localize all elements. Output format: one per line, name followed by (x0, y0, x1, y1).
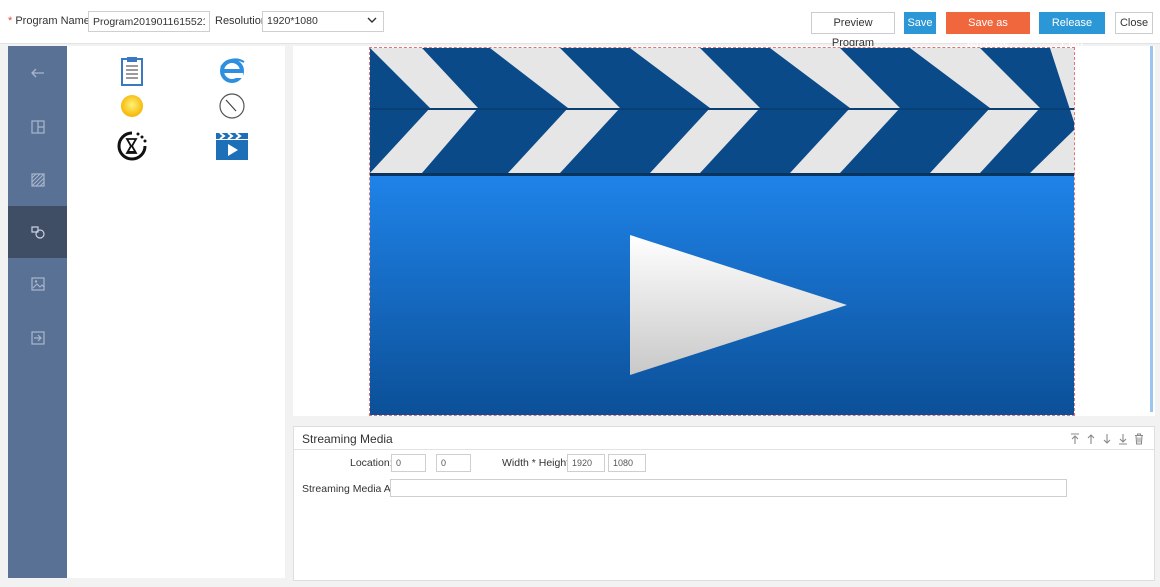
close-button[interactable]: Close (1115, 12, 1153, 34)
import-icon (30, 331, 45, 345)
location-y-input[interactable] (436, 454, 471, 472)
palette-item-clock[interactable] (212, 91, 252, 121)
palette-item-weather[interactable] (112, 91, 152, 121)
clipboard-icon (121, 57, 143, 86)
program-name-label-text: Program Name: (15, 15, 93, 27)
location-label: Location: (350, 457, 393, 469)
palette-item-countdown[interactable] (112, 131, 152, 161)
move-up-icon[interactable] (1086, 433, 1096, 445)
sidebar-item-import[interactable] (8, 312, 67, 364)
image-icon (30, 277, 45, 291)
canvas-scrollbar[interactable] (1150, 46, 1153, 412)
delete-icon[interactable] (1134, 433, 1144, 445)
countdown-icon (117, 131, 147, 161)
left-sidebar (8, 46, 67, 578)
sidebar-item-back[interactable] (8, 47, 67, 99)
streaming-address-label: Streaming Media Add (302, 483, 392, 495)
sidebar-item-texture[interactable] (8, 154, 67, 206)
streaming-media-icon (216, 132, 248, 160)
program-canvas-area (293, 46, 1155, 416)
sidebar-item-layout[interactable] (8, 101, 67, 153)
palette-item-web[interactable] (212, 56, 252, 86)
resolution-select[interactable]: 1920*1080 (262, 11, 384, 32)
streaming-media-preview[interactable] (370, 48, 1075, 416)
program-name-label: * Program Name: (8, 15, 93, 27)
sidebar-item-widgets[interactable] (8, 206, 67, 258)
save-as-template-button[interactable]: Save as template (946, 12, 1030, 49)
program-canvas[interactable] (369, 47, 1075, 416)
required-mark: * (8, 15, 13, 27)
top-toolbar: * Program Name: Resolution: 1920*1080 Pr… (0, 0, 1160, 49)
palette-item-streaming-media[interactable] (212, 131, 252, 161)
save-button[interactable]: Save (904, 12, 936, 34)
browser-icon (220, 58, 245, 83)
chevron-down-icon (367, 17, 377, 23)
layout-icon (30, 120, 45, 134)
size-label: Width * Height: (502, 457, 573, 469)
program-name-input[interactable] (88, 11, 210, 32)
move-to-bottom-icon[interactable] (1118, 433, 1128, 445)
widget-palette (67, 46, 285, 578)
properties-panel: Streaming Media Location: Width * Height… (293, 426, 1155, 581)
preview-program-button[interactable]: Preview Program (811, 12, 895, 49)
move-down-icon[interactable] (1102, 433, 1112, 445)
weather-icon (121, 95, 143, 117)
sidebar-item-image[interactable] (8, 258, 67, 310)
release-plan-button[interactable]: Release Plan (1039, 12, 1105, 49)
layer-tools (1070, 433, 1144, 445)
clock-icon (219, 93, 245, 119)
properties-divider (294, 449, 1154, 450)
streaming-address-input[interactable] (390, 479, 1067, 497)
height-input[interactable] (608, 454, 646, 472)
resolution-value: 1920*1080 (267, 15, 318, 27)
back-arrow-icon (30, 68, 44, 78)
palette-item-text[interactable] (112, 56, 152, 86)
move-to-top-icon[interactable] (1070, 433, 1080, 445)
texture-icon (30, 173, 45, 187)
widgets-icon (30, 226, 45, 239)
location-x-input[interactable] (391, 454, 426, 472)
width-input[interactable] (567, 454, 605, 472)
properties-title: Streaming Media (302, 432, 393, 446)
